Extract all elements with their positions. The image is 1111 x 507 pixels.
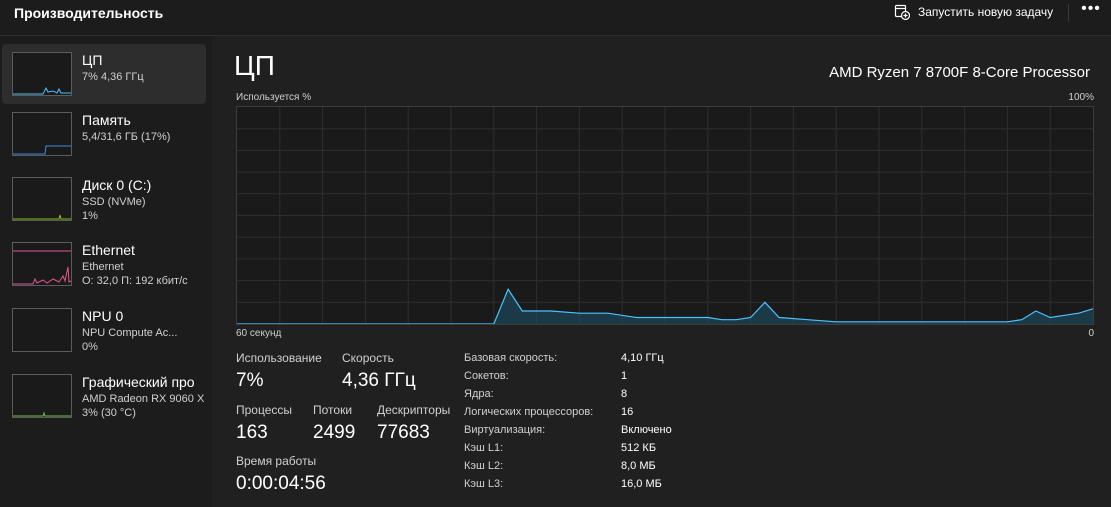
graph-label-bottom-left: 60 секунд <box>236 328 282 339</box>
handles-label: Дескрипторы <box>377 403 451 417</box>
sidebar-item-title: NPU 0 <box>82 308 124 324</box>
sidebar-item-disk[interactable]: Диск 0 (C:) SSD (NVMe) 1% <box>2 169 206 229</box>
sidebar-item-detail: NPU Compute Ac... <box>82 327 178 339</box>
sidebar-item-detail: Ethernet <box>82 261 124 273</box>
sidebar-item-detail-2: О: 32,0 П: 192 кбит/с <box>82 275 188 287</box>
info-value-l3-cache: 16,0 МБ <box>621 478 662 490</box>
info-value-l2-cache: 8,0 МБ <box>621 460 656 472</box>
threads-label: Потоки <box>313 403 353 417</box>
info-value-logical-processors: 16 <box>621 406 634 418</box>
sidebar-item-ethernet[interactable]: Ethernet Ethernet О: 32,0 П: 192 кбит/с <box>2 234 206 294</box>
usage-value: 7% <box>236 370 264 391</box>
ethernet-thumbnail-graph <box>12 242 72 286</box>
info-label-cores: Ядра: <box>464 388 494 400</box>
sidebar-item-title: Память <box>82 112 131 128</box>
sidebar-item-memory[interactable]: Память 5,4/31,6 ГБ (17%) <box>2 104 206 164</box>
info-label-virtualization: Виртуализация: <box>464 424 546 436</box>
sidebar-item-detail-2: 3% (30 °C) <box>82 407 136 419</box>
info-value-base-speed: 4,10 ГГц <box>621 352 664 364</box>
run-new-task-label: Запустить новую задачу <box>918 5 1054 19</box>
sidebar-item-detail: 7% 4,36 ГГц <box>82 71 144 83</box>
more-options-button[interactable]: ••• <box>1076 0 1106 22</box>
cpu-usage-graph <box>236 106 1094 325</box>
cpu-thumbnail-graph <box>12 52 72 96</box>
toolbar-separator <box>1068 4 1069 22</box>
usage-label: Использование <box>236 351 322 365</box>
new-task-icon <box>894 4 910 20</box>
sidebar-item-detail: AMD Radeon RX 9060 X <box>82 393 205 405</box>
main-panel: ЦП AMD Ryzen 7 8700F 8-Core Processor Ис… <box>212 36 1111 507</box>
cpu-heading: ЦП <box>234 50 275 81</box>
info-label-l1-cache: Кэш L1: <box>464 442 504 454</box>
sidebar-item-title: Диск 0 (C:) <box>82 177 152 193</box>
sidebar-item-title: Ethernet <box>82 242 135 258</box>
info-label-base-speed: Базовая скорость: <box>464 352 558 364</box>
info-value-cores: 8 <box>621 388 628 400</box>
sidebar: ЦП 7% 4,36 ГГц Память 5,4/31,6 ГБ (17%) … <box>0 36 212 507</box>
sidebar-item-title: Графический про <box>82 374 195 390</box>
sidebar-item-npu[interactable]: NPU 0 NPU Compute Ac... 0% <box>2 300 206 360</box>
handles-value: 77683 <box>377 422 430 443</box>
page-title: Производительность <box>14 5 164 21</box>
title-bar: Производительность Запустить новую задач… <box>0 0 1111 36</box>
sidebar-item-gpu[interactable]: Графический про AMD Radeon RX 9060 X 3% … <box>2 366 206 426</box>
info-label-l3-cache: Кэш L3: <box>464 478 504 490</box>
info-value-sockets: 1 <box>621 370 628 382</box>
graph-label-top-right: 100% <box>1068 92 1094 103</box>
speed-value: 4,36 ГГц <box>342 370 416 391</box>
sidebar-item-detail: 5,4/31,6 ГБ (17%) <box>82 131 171 143</box>
info-value-virtualization: Включено <box>621 424 672 436</box>
sidebar-item-title: ЦП <box>82 52 103 68</box>
processes-value: 163 <box>236 422 268 443</box>
threads-value: 2499 <box>313 422 356 443</box>
cpu-usage-chart <box>237 107 1093 324</box>
speed-label: Скорость <box>342 351 394 365</box>
info-value-l1-cache: 512 КБ <box>621 442 657 454</box>
run-new-task-button[interactable]: Запустить новую задачу <box>894 2 1053 22</box>
memory-thumbnail-graph <box>12 112 72 156</box>
cpu-model-name: AMD Ryzen 7 8700F 8-Core Processor <box>829 64 1090 81</box>
graph-label-bottom-right: 0 <box>1088 328 1094 339</box>
info-label-l2-cache: Кэш L2: <box>464 460 504 472</box>
processes-label: Процессы <box>236 403 293 417</box>
npu-thumbnail-graph <box>12 308 72 352</box>
info-label-sockets: Сокетов: <box>464 370 509 382</box>
graph-label-top-left: Используется % <box>236 92 312 103</box>
info-label-logical-processors: Логических процессоров: <box>464 406 594 418</box>
gpu-thumbnail-graph <box>12 374 72 418</box>
uptime-value: 0:00:04:56 <box>236 473 326 494</box>
sidebar-item-cpu[interactable]: ЦП 7% 4,36 ГГц <box>2 44 206 104</box>
sidebar-item-detail: SSD (NVMe) <box>82 196 146 208</box>
uptime-label: Время работы <box>236 454 317 468</box>
disk-thumbnail-graph <box>12 177 72 221</box>
sidebar-item-detail-2: 1% <box>82 210 98 222</box>
sidebar-item-detail-2: 0% <box>82 341 98 353</box>
